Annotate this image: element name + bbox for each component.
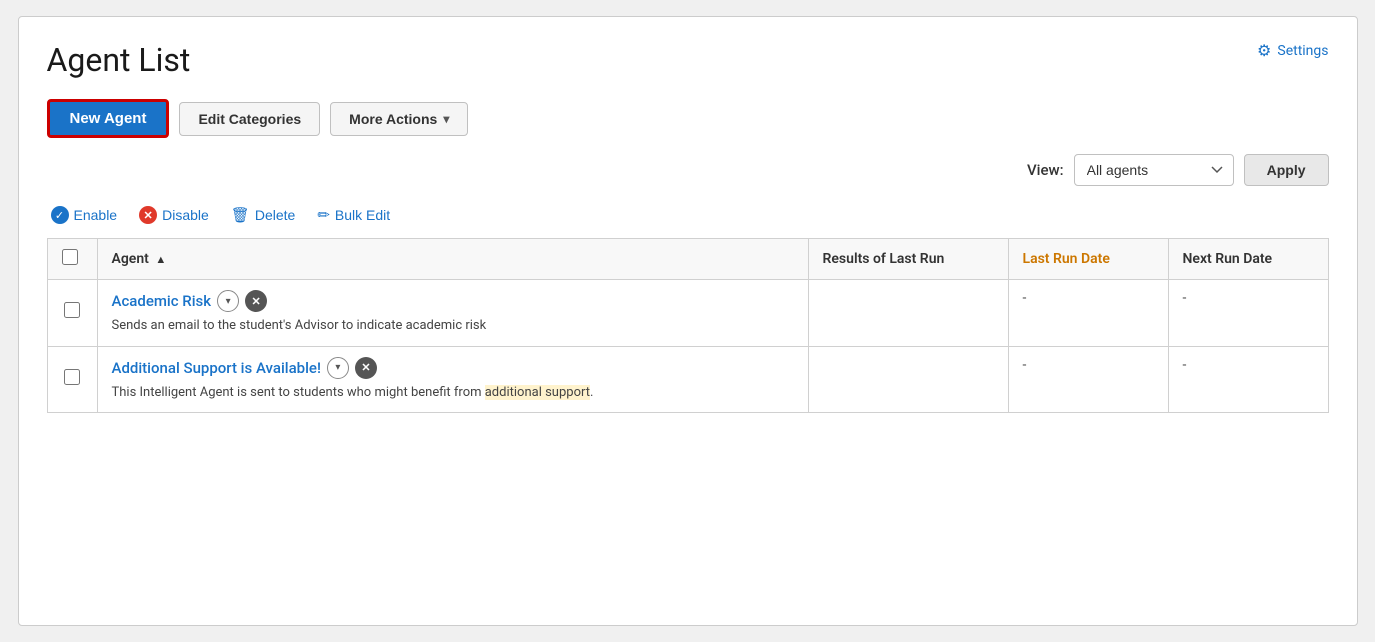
delete-label: Delete: [255, 207, 295, 223]
disable-button[interactable]: ✕ Disable: [139, 206, 209, 224]
page-title: Agent List: [47, 41, 191, 79]
row1-next-run-cell: -: [1168, 280, 1328, 347]
header-results-label: Results of Last Run: [823, 251, 945, 267]
row2-last-run-value: -: [1023, 357, 1027, 373]
bulk-actions-bar: ✓ Enable ✕ Disable 🗑 Delete ✏ Bulk Edit: [47, 206, 1329, 224]
enable-button[interactable]: ✓ Enable: [51, 206, 118, 224]
row2-last-run-cell: -: [1008, 346, 1168, 413]
header-checkbox-cell: [47, 239, 97, 280]
row2-disable-icon[interactable]: ✕: [355, 357, 377, 379]
row2-checkbox[interactable]: [64, 369, 80, 385]
view-select[interactable]: All agents Active agents Inactive agents: [1074, 154, 1234, 186]
edit-categories-button[interactable]: Edit Categories: [179, 102, 320, 136]
page-container: Agent List ⚙ Settings New Agent Edit Cat…: [18, 16, 1358, 626]
chevron-down-icon: ▾: [443, 112, 449, 126]
header-agent: Agent ▲: [97, 239, 808, 280]
trash-icon: 🗑: [231, 206, 250, 224]
header-next-run: Next Run Date: [1168, 239, 1328, 280]
header-agent-label: Agent: [112, 251, 149, 267]
agents-table: Agent ▲ Results of Last Run Last Run Dat…: [47, 238, 1329, 413]
row2-next-run-value: -: [1183, 357, 1187, 373]
row1-agent-desc: Sends an email to the student's Advisor …: [112, 316, 794, 336]
row1-last-run-cell: -: [1008, 280, 1168, 347]
row1-results-cell: [808, 280, 1008, 347]
bulk-edit-button[interactable]: ✏ Bulk Edit: [317, 206, 390, 224]
bulk-edit-label: Bulk Edit: [335, 207, 390, 223]
new-agent-button[interactable]: New Agent: [47, 99, 170, 138]
settings-link[interactable]: ⚙ Settings: [1257, 41, 1328, 60]
more-actions-button[interactable]: More Actions ▾: [330, 102, 468, 136]
row1-last-run-value: -: [1023, 290, 1027, 306]
settings-label: Settings: [1277, 43, 1328, 59]
edit-icon: ✏: [317, 206, 330, 224]
sort-arrow-icon: ▲: [155, 253, 166, 266]
delete-button[interactable]: 🗑 Delete: [231, 206, 296, 224]
enable-icon: ✓: [51, 206, 69, 224]
row2-agent-cell: Additional Support is Available! ▾ ✕ Thi…: [97, 346, 808, 413]
disable-icon: ✕: [139, 206, 157, 224]
enable-label: Enable: [74, 207, 118, 223]
row2-agent-desc: This Intelligent Agent is sent to studen…: [112, 383, 794, 403]
select-all-checkbox[interactable]: [62, 249, 78, 265]
view-bar: View: All agents Active agents Inactive …: [47, 154, 1329, 186]
row2-checkbox-cell: [47, 346, 97, 413]
row1-agent-cell: Academic Risk ▾ ✕ Sends an email to the …: [97, 280, 808, 347]
page-header: Agent List ⚙ Settings: [47, 41, 1329, 79]
row1-disable-icon[interactable]: ✕: [245, 290, 267, 312]
row2-next-run-cell: -: [1168, 346, 1328, 413]
view-label: View:: [1027, 161, 1064, 179]
row1-checkbox-cell: [47, 280, 97, 347]
table-header-row: Agent ▲ Results of Last Run Last Run Dat…: [47, 239, 1328, 280]
header-next-run-label: Next Run Date: [1183, 251, 1273, 267]
row2-expand-icon[interactable]: ▾: [327, 357, 349, 379]
edit-categories-label: Edit Categories: [198, 111, 301, 127]
row1-agent-name-link[interactable]: Academic Risk: [112, 292, 212, 310]
row1-controls: Academic Risk ▾ ✕: [112, 290, 794, 312]
toolbar: New Agent Edit Categories More Actions ▾: [47, 99, 1329, 138]
header-last-run: Last Run Date: [1008, 239, 1168, 280]
row1-checkbox[interactable]: [64, 302, 80, 318]
row1-next-run-value: -: [1183, 290, 1187, 306]
header-results: Results of Last Run: [808, 239, 1008, 280]
row1-expand-icon[interactable]: ▾: [217, 290, 239, 312]
gear-icon: ⚙: [1257, 41, 1271, 60]
apply-button[interactable]: Apply: [1244, 154, 1329, 186]
row2-controls: Additional Support is Available! ▾ ✕: [112, 357, 794, 379]
table-row: Academic Risk ▾ ✕ Sends an email to the …: [47, 280, 1328, 347]
table-row: Additional Support is Available! ▾ ✕ Thi…: [47, 346, 1328, 413]
more-actions-label: More Actions: [349, 111, 437, 127]
row2-results-cell: [808, 346, 1008, 413]
disable-label: Disable: [162, 207, 209, 223]
row2-agent-name-link[interactable]: Additional Support is Available!: [112, 359, 321, 377]
header-last-run-label: Last Run Date: [1023, 251, 1110, 267]
